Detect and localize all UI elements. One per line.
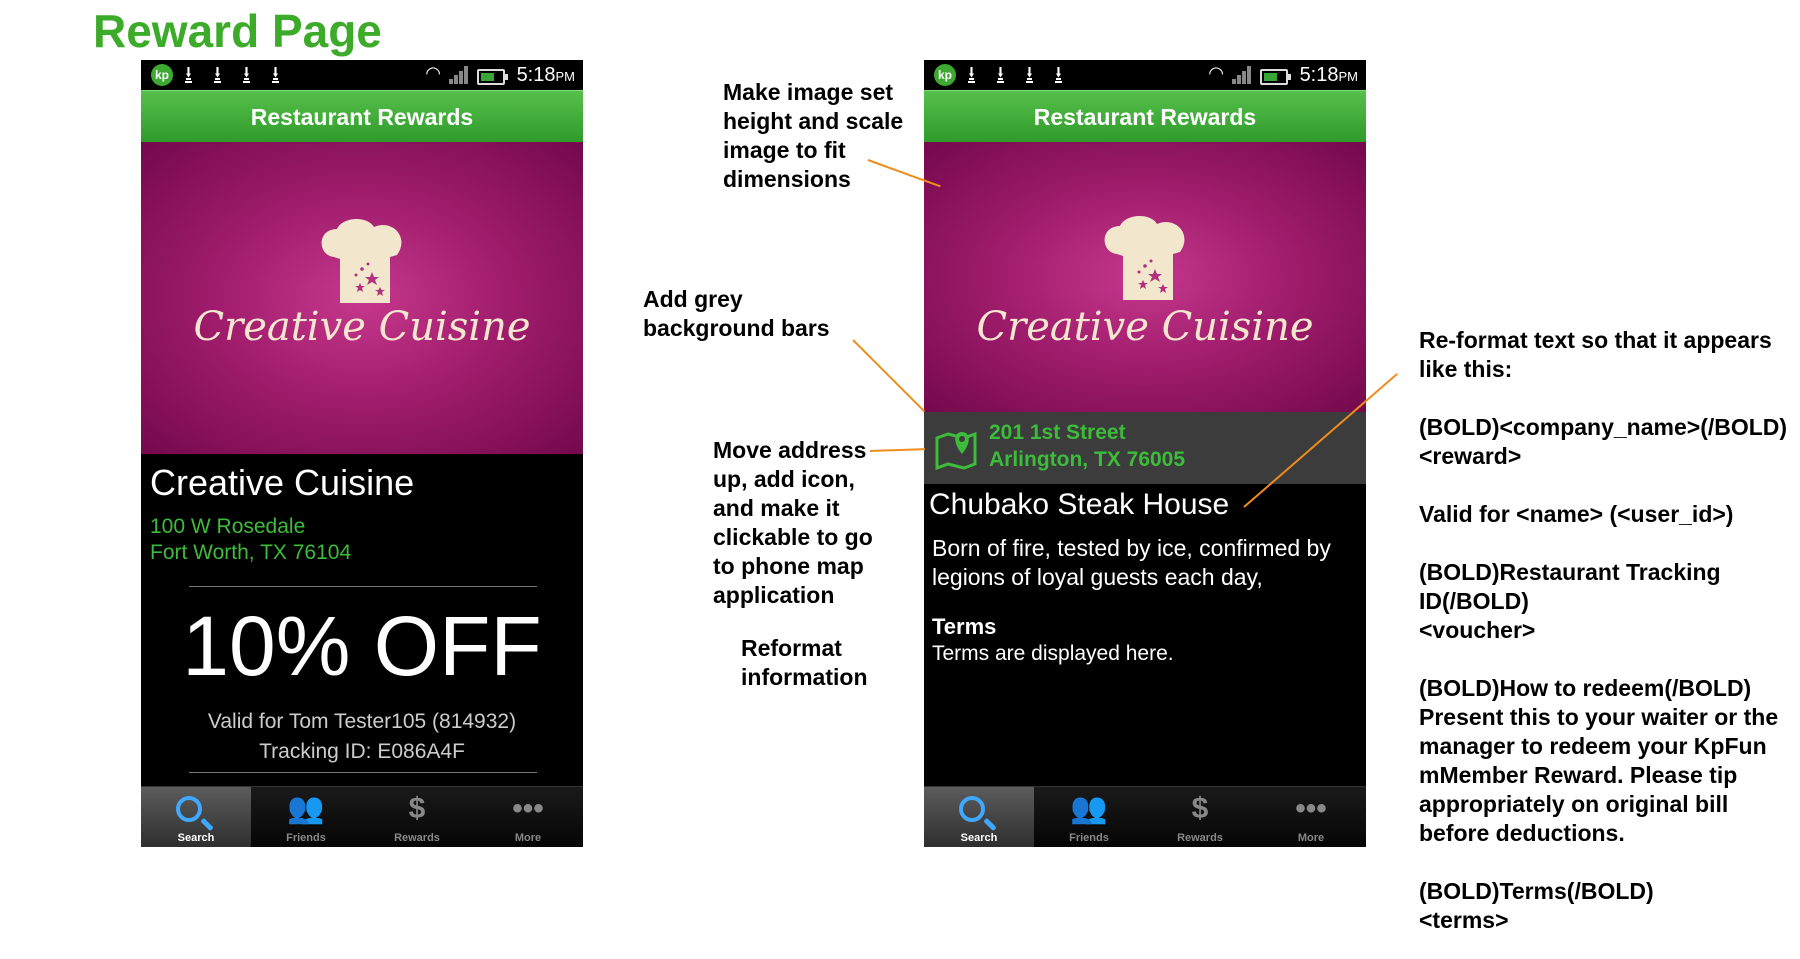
restaurant-name: Chubako Steak House [929, 488, 1230, 521]
annotation-reformat: Reformat information [741, 635, 868, 690]
address-bar[interactable]: 201 1st Street Arlington, TX 76005 [924, 412, 1366, 484]
phone-screen-left: kp ⭳ ⭳ ⭳ ⭳ ◠ 5:18PM Restaurant Rewards C… [141, 60, 583, 847]
tab-label: Friends [286, 832, 326, 844]
download-icon: ⭳ [185, 63, 192, 85]
search-icon [959, 796, 985, 822]
search-icon [176, 796, 202, 822]
valid-for-text: Valid for Tom Tester105 (814932) [207, 710, 517, 733]
hero-logo-text: Creative Cuisine [193, 304, 531, 350]
more-icon: ••• [1295, 792, 1327, 825]
terms-text: Terms are displayed here. [932, 642, 1174, 665]
address-line: Arlington, TX 76005 [989, 448, 1186, 471]
tab-friends[interactable]: 👥 Friends [1034, 787, 1144, 847]
status-time: 5:18PM [516, 64, 575, 86]
more-icon: ••• [512, 792, 544, 825]
friends-icon: 👥 [287, 792, 325, 825]
app-bar-title: Restaurant Rewards [924, 90, 1366, 143]
download-icon: ⭳ [243, 63, 250, 85]
status-bar: kp ⭳ ⭳ ⭳ ⭳ ◠ 5:18PM [141, 60, 583, 90]
friends-icon: 👥 [1070, 792, 1108, 825]
annotation-pointer [869, 448, 926, 452]
download-icon: ⭳ [968, 63, 975, 85]
tab-label: Rewards [394, 832, 440, 844]
tab-label: More [514, 832, 542, 844]
annotation-address: Move address up, add icon, and make it clic… [713, 437, 873, 608]
address-line: 100 W Rosedale [150, 515, 306, 538]
annotation-pointer [852, 339, 926, 413]
chef-hat-icon [1104, 215, 1185, 300]
hero-logo-text: Creative Cuisine [976, 304, 1314, 350]
download-icon: ⭳ [214, 63, 221, 85]
annotation-format-spec: Re-format text so that it appears like t… [1419, 327, 1788, 933]
tab-bar: Search 👥 Friends $ Rewards ••• More [141, 786, 583, 847]
restaurant-address[interactable]: 100 W Rosedale Fort Worth, TX 76104 [150, 514, 351, 566]
tab-rewards[interactable]: $ Rewards [362, 787, 472, 847]
restaurant-name: Creative Cuisine [150, 462, 415, 503]
tab-label: Search [177, 832, 215, 844]
tab-label: More [1297, 832, 1325, 844]
annotation-image: Make image set height and scale image to f… [723, 79, 904, 192]
download-icon: ⭳ [1055, 63, 1062, 85]
chef-hat-icon [321, 218, 402, 303]
phone-screen-right: kp ⭳ ⭳ ⭳ ⭳ ◠ 5:18PM Restaurant Rewards C… [924, 60, 1366, 847]
tab-search[interactable]: Search [141, 787, 251, 847]
dollar-icon: $ [1191, 792, 1209, 825]
wifi-icon: ◠ [425, 63, 441, 83]
tab-label: Friends [1069, 832, 1109, 844]
signal-icon [1232, 64, 1254, 84]
restaurant-description: Born of fire, tested by ice, confirmed b… [932, 535, 1331, 590]
dollar-icon: $ [408, 792, 426, 825]
reward-offer: 10% OFF [182, 599, 542, 693]
download-icon: ⭳ [997, 63, 1004, 85]
tab-label: Rewards [1177, 832, 1223, 844]
tab-more[interactable]: ••• More [473, 787, 583, 847]
app-bar-title: Restaurant Rewards [141, 90, 583, 143]
annotation-grey-bars: Add grey background bars [643, 286, 830, 341]
restaurant-image: Creative Cuisine [141, 142, 583, 454]
tab-label: Search [960, 832, 998, 844]
restaurant-image: Creative Cuisine [924, 142, 1366, 412]
address-line: Fort Worth, TX 76104 [150, 541, 352, 564]
page-title: Reward Page [93, 5, 382, 57]
tab-bar: Search 👥 Friends $ Rewards ••• More [924, 786, 1366, 847]
battery-icon [1260, 69, 1291, 85]
status-time: 5:18PM [1299, 64, 1358, 86]
address-line: 201 1st Street [989, 421, 1126, 444]
status-bar: kp ⭳ ⭳ ⭳ ⭳ ◠ 5:18PM [924, 60, 1366, 90]
app-logo-icon: kp [934, 64, 956, 86]
battery-icon [477, 69, 508, 85]
tab-more[interactable]: ••• More [1256, 787, 1366, 847]
tab-rewards[interactable]: $ Rewards [1145, 787, 1255, 847]
divider [189, 772, 537, 773]
signal-icon [449, 64, 471, 84]
terms-label: Terms [932, 614, 997, 639]
tab-search[interactable]: Search [924, 787, 1034, 847]
map-pin-icon [935, 431, 977, 470]
download-icon: ⭳ [272, 63, 279, 85]
download-icon: ⭳ [1026, 63, 1033, 85]
tab-friends[interactable]: 👥 Friends [251, 787, 361, 847]
tracking-id-text: Tracking ID: E086A4F [259, 740, 465, 763]
divider [189, 586, 537, 587]
wifi-icon: ◠ [1208, 63, 1224, 83]
app-logo-icon: kp [151, 64, 173, 86]
